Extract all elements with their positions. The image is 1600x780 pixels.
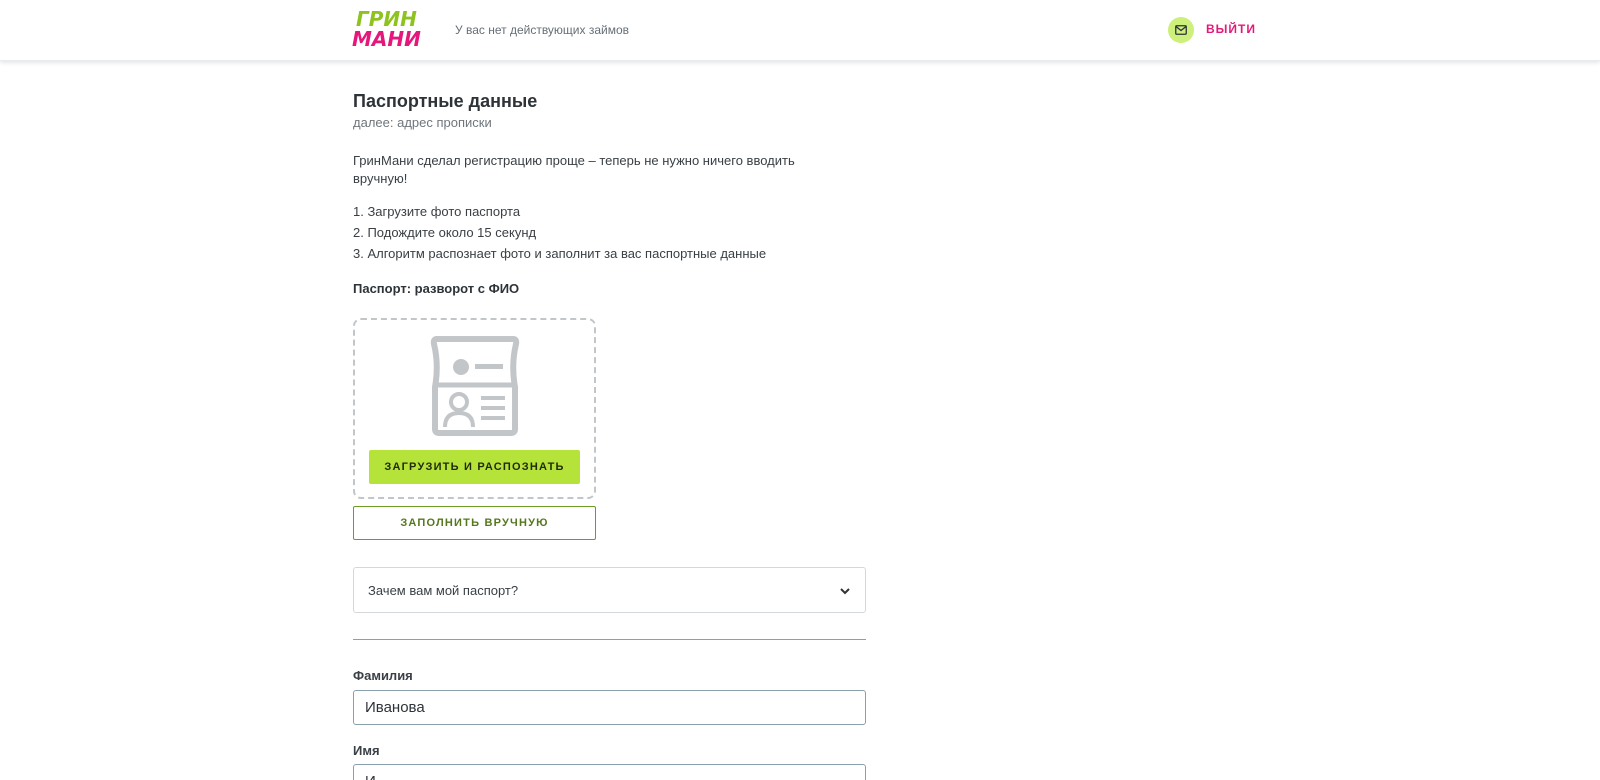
mail-icon xyxy=(1175,25,1187,35)
logo-line-1: ГРИН xyxy=(356,7,417,31)
name-label: Имя xyxy=(353,743,380,758)
logo[interactable]: ГРИН МАНИ xyxy=(352,9,432,51)
passport-dropzone[interactable]: ЗАГРУЗИТЬ И РАСПОЗНАТЬ xyxy=(353,318,596,499)
passport-icon xyxy=(430,336,520,436)
step-item: 3. Алгоритм распознает фото и заполнит з… xyxy=(353,246,767,261)
header: ГРИН МАНИ У вас нет действующих займов В… xyxy=(0,0,1600,61)
step-item: 2. Подождите около 15 секунд xyxy=(353,225,537,240)
faq-question: Зачем вам мой паспорт? xyxy=(368,583,519,598)
intro-text: ГринМани сделал регистрацию проще – тепе… xyxy=(353,153,795,186)
mail-button[interactable] xyxy=(1168,17,1194,43)
loans-status-text: У вас нет действующих займов xyxy=(455,23,630,37)
section-divider xyxy=(353,639,866,640)
surname-input[interactable] xyxy=(353,690,866,725)
name-input[interactable] xyxy=(353,764,866,780)
faq-accordion[interactable]: Зачем вам мой паспорт? xyxy=(353,567,866,613)
chevron-down-icon xyxy=(840,588,850,595)
step-item: 1. Загрузите фото паспорта xyxy=(353,204,521,219)
upload-recognize-button[interactable]: ЗАГРУЗИТЬ И РАСПОЗНАТЬ xyxy=(369,450,580,484)
upload-label: Паспорт: разворот с ФИО xyxy=(353,281,520,296)
steps-list: 1. Загрузите фото паспорта 2. Подождите … xyxy=(353,201,766,264)
page-title: Паспортные данные xyxy=(353,91,538,111)
logo-line-2: МАНИ xyxy=(352,27,421,51)
surname-label: Фамилия xyxy=(353,668,413,683)
logout-link[interactable]: ВЫЙТИ xyxy=(1206,22,1256,36)
page-subtitle: далее: адрес прописки xyxy=(353,115,492,130)
fill-manually-button[interactable]: ЗАПОЛНИТЬ ВРУЧНУЮ xyxy=(353,506,596,540)
